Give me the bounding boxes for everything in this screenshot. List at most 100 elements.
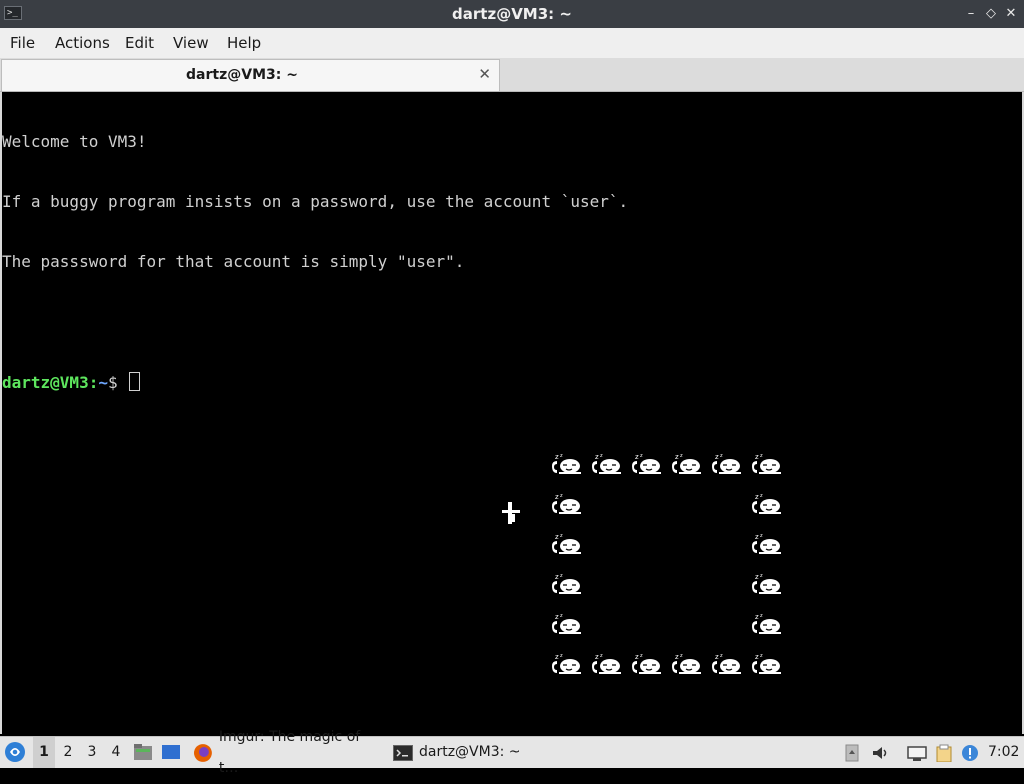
- menu-help[interactable]: Help: [227, 28, 261, 58]
- terminal-prompt-line: dartz@VM3:~$: [2, 372, 628, 392]
- svg-text:z: z: [755, 653, 759, 661]
- terminal-icon: [393, 744, 413, 761]
- sleeping-face-sprite: zz: [752, 573, 781, 594]
- prompt-symbol: $: [107, 373, 128, 392]
- window-titlebar[interactable]: >_ dartz@VM3: ~ – ◇ ✕: [0, 0, 1024, 28]
- svg-text:z: z: [640, 653, 643, 659]
- svg-text:z: z: [715, 453, 719, 461]
- prompt-path: ~: [98, 373, 108, 392]
- menu-file[interactable]: File: [10, 28, 35, 58]
- svg-text:z: z: [755, 493, 759, 501]
- sleeping-face-sprite: zz: [672, 653, 701, 674]
- start-menu-icon: [5, 742, 25, 762]
- svg-text:z: z: [760, 533, 763, 539]
- svg-text:z: z: [675, 453, 679, 461]
- text-cursor: [129, 372, 141, 391]
- svg-text:z: z: [555, 573, 559, 581]
- menu-edit[interactable]: Edit: [125, 28, 154, 58]
- terminal-border-left: [0, 92, 2, 734]
- sleeping-face-sprite: zz: [752, 533, 781, 554]
- clock[interactable]: 7:02: [988, 737, 1022, 768]
- sleeping-face-sprite: zz: [712, 453, 741, 474]
- terminal-line: If a buggy program insists on a password…: [2, 192, 629, 211]
- sleeping-face-sprite: zz: [552, 613, 581, 634]
- svg-text:z: z: [555, 533, 559, 541]
- svg-text:z: z: [720, 653, 723, 659]
- sleeping-face-sprite: zz: [552, 653, 581, 674]
- svg-text:z: z: [595, 653, 599, 661]
- window-title: dartz@VM3: ~: [452, 5, 572, 23]
- sleeping-face-sprite: zz: [752, 613, 781, 634]
- terminal-output: Welcome to VM3! If a buggy program insis…: [2, 92, 628, 432]
- file-manager-icon: [134, 744, 152, 760]
- sleeping-face-sprite: zz: [752, 653, 781, 674]
- svg-text:z: z: [560, 653, 563, 659]
- svg-text:z: z: [715, 653, 719, 661]
- svg-text:z: z: [755, 613, 759, 621]
- svg-text:z: z: [560, 453, 563, 459]
- sleeping-face-sprite: zz: [552, 493, 581, 514]
- sleeping-face-sprite: zz: [752, 453, 781, 474]
- tab-label: dartz@VM3: ~: [186, 67, 298, 83]
- sleeping-face-sprite: zz: [672, 453, 701, 474]
- svg-text:z: z: [635, 653, 639, 661]
- sleeping-face-sprite: zz: [592, 653, 621, 674]
- svg-text:z: z: [680, 453, 683, 459]
- svg-text:z: z: [555, 653, 559, 661]
- start-menu-button[interactable]: [4, 737, 28, 768]
- workspace-2[interactable]: 2: [57, 737, 79, 768]
- restore-button[interactable]: ◇: [982, 5, 1000, 23]
- svg-text:z: z: [755, 573, 759, 581]
- svg-text:z: z: [760, 613, 763, 619]
- menu-actions[interactable]: Actions: [55, 28, 110, 58]
- tab-close-icon[interactable]: ✕: [478, 60, 491, 88]
- network-icon[interactable]: [907, 744, 927, 762]
- svg-text:z: z: [760, 453, 763, 459]
- svg-text:z: z: [560, 613, 563, 619]
- workspace-3[interactable]: 3: [81, 737, 103, 768]
- firefox-icon: [193, 743, 212, 762]
- svg-text:z: z: [560, 573, 563, 579]
- desktop-icon: [162, 745, 180, 759]
- svg-text:z: z: [635, 453, 639, 461]
- svg-text:z: z: [560, 493, 563, 499]
- svg-text:z: z: [595, 453, 599, 461]
- show-desktop-button[interactable]: [161, 737, 183, 768]
- sleeping-face-sprite: zz: [632, 453, 661, 474]
- scroll-up-icon[interactable]: [843, 744, 861, 762]
- terminal-line: The passsword for that account is simply…: [2, 252, 465, 271]
- file-manager-launcher[interactable]: [133, 737, 155, 768]
- svg-text:z: z: [600, 453, 603, 459]
- task-label: Imgur: The magic of t…: [218, 728, 361, 776]
- svg-text:z: z: [760, 493, 763, 499]
- svg-text:z: z: [720, 453, 723, 459]
- volume-icon[interactable]: [871, 744, 889, 762]
- sleeping-face-sprite: zz: [752, 493, 781, 514]
- update-notifier-icon[interactable]: [961, 744, 979, 762]
- clipboard-icon[interactable]: [935, 744, 953, 762]
- crosshair-cursor-icon: [502, 502, 520, 524]
- minimize-button[interactable]: –: [962, 5, 980, 23]
- svg-text:z: z: [600, 653, 603, 659]
- prompt-user: dartz@VM3: [2, 373, 89, 392]
- sleeping-face-sprite: zz: [712, 653, 741, 674]
- terminal-view[interactable]: Welcome to VM3! If a buggy program insis…: [0, 92, 1024, 734]
- svg-text:z: z: [760, 573, 763, 579]
- svg-text:z: z: [560, 533, 563, 539]
- workspace-4[interactable]: 4: [105, 737, 127, 768]
- taskbar-task-terminal[interactable]: dartz@VM3: ~: [393, 737, 528, 768]
- tab-terminal[interactable]: dartz@VM3: ~ ✕: [1, 59, 500, 91]
- workspace-1[interactable]: 1: [33, 737, 55, 768]
- taskbar: 1 2 3 4 Imgur: The magic of t… dartz@VM3…: [0, 729, 1024, 776]
- menu-view[interactable]: View: [173, 28, 209, 58]
- svg-text:z: z: [760, 653, 763, 659]
- svg-text:z: z: [755, 533, 759, 541]
- svg-text:z: z: [555, 493, 559, 501]
- svg-text:z: z: [680, 653, 683, 659]
- sleeping-face-sprite: zz: [592, 453, 621, 474]
- task-label: dartz@VM3: ~: [419, 744, 521, 760]
- terminal-line: Welcome to VM3!: [2, 132, 147, 151]
- close-button[interactable]: ✕: [1002, 5, 1020, 23]
- taskbar-task-browser[interactable]: Imgur: The magic of t…: [193, 729, 383, 776]
- svg-text:z: z: [555, 453, 559, 461]
